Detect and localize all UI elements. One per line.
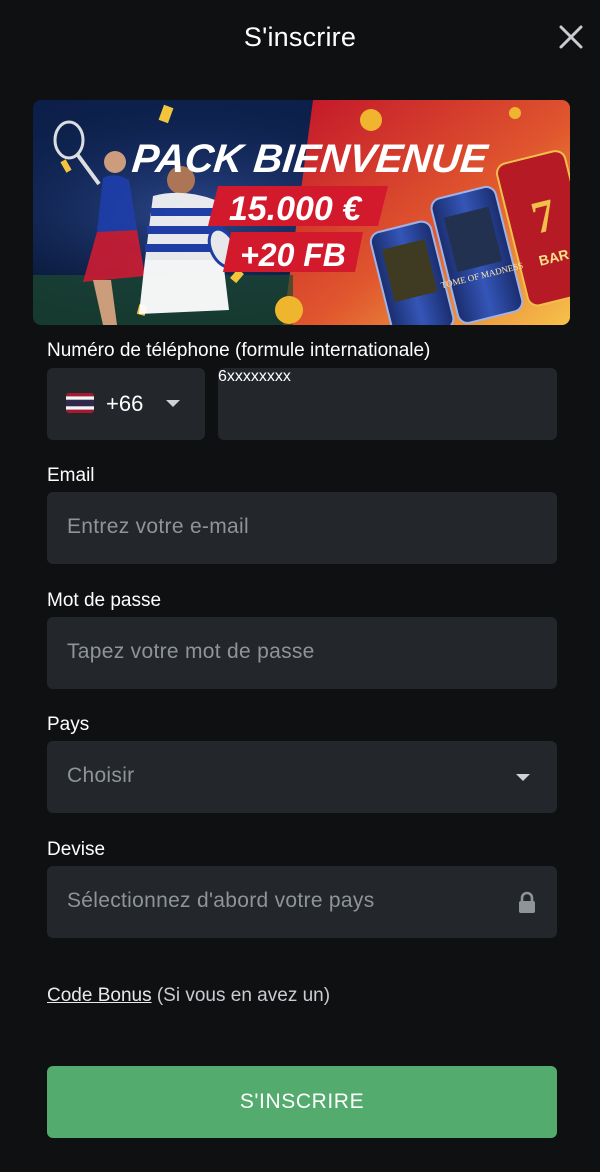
email-label: Email xyxy=(47,465,95,486)
currency-placeholder: Sélectionnez d'abord votre pays xyxy=(67,889,375,912)
phone-placeholder: 6xxxxxxxx xyxy=(218,368,291,385)
currency-select: Sélectionnez d'abord votre pays xyxy=(47,866,557,938)
country-select[interactable]: Choisir xyxy=(47,741,557,813)
register-button[interactable]: S'INSCRIRE xyxy=(47,1066,557,1138)
country-label: Pays xyxy=(47,714,90,735)
banner-freebets: +20 FB xyxy=(240,237,346,273)
password-placeholder: Tapez votre mot de passe xyxy=(67,640,315,663)
phone-input[interactable]: 6xxxxxxxx xyxy=(218,368,557,440)
email-placeholder: Entrez votre e-mail xyxy=(67,515,249,538)
password-label: Mot de passe xyxy=(47,590,162,611)
chevron-down-icon xyxy=(516,774,530,781)
bonus-code-row: Code Bonus (Si vous en avez un) xyxy=(47,985,330,1007)
password-field[interactable]: Tapez votre mot de passe xyxy=(47,617,557,689)
promo-banner[interactable]: PACK BIENVENUE 15.000 € +20 FB TOME OF M… xyxy=(33,100,570,325)
lock-icon xyxy=(516,891,538,915)
bonus-code-link[interactable]: Code Bonus xyxy=(47,985,152,1006)
currency-label: Devise xyxy=(47,839,106,860)
country-code-select[interactable]: +66 xyxy=(47,368,205,440)
thailand-flag-icon xyxy=(66,393,94,413)
modal-header: S'inscrire xyxy=(0,0,600,76)
banner-headline: PACK BIENVENUE xyxy=(130,137,491,181)
country-code-value: +66 xyxy=(106,391,144,416)
country-placeholder: Choisir xyxy=(67,764,135,787)
phone-label: Numéro de téléphone (formule internation… xyxy=(47,340,431,361)
close-icon[interactable] xyxy=(556,22,586,52)
bonus-code-hint: (Si vous en avez un) xyxy=(151,985,331,1006)
chevron-down-icon xyxy=(166,400,180,407)
email-field[interactable]: Entrez votre e-mail xyxy=(47,492,557,564)
page-title: S'inscrire xyxy=(243,22,357,52)
banner-amount: 15.000 € xyxy=(229,190,363,228)
